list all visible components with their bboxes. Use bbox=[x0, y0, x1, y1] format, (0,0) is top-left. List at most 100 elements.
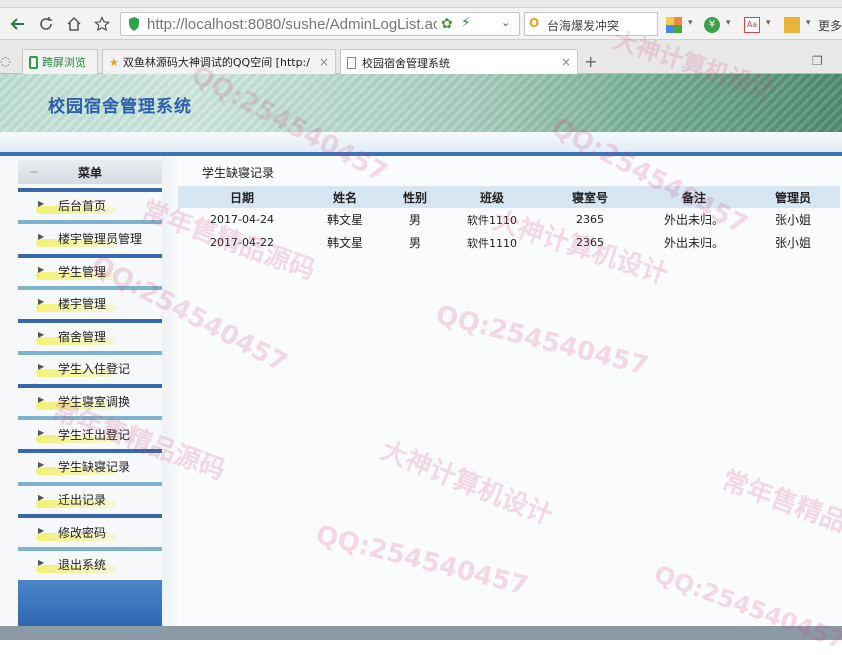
column-header: 班级 bbox=[446, 186, 538, 208]
tab-cross-screen[interactable]: 跨屏浏览 bbox=[22, 49, 98, 74]
payment-dropdown-icon[interactable]: ▾ bbox=[726, 18, 731, 28]
cell-room: 2365 bbox=[576, 213, 604, 226]
main-content: 学生缺寝记录 日期 姓名 性别 班级 寝室号 备注 管理员 2017-04-24… bbox=[178, 156, 842, 626]
restore-tabs-icon[interactable]: ❐ bbox=[812, 54, 823, 68]
apps-dropdown-icon[interactable]: ▾ bbox=[688, 18, 693, 28]
home-icon bbox=[67, 16, 81, 31]
game-icon[interactable] bbox=[784, 17, 800, 33]
sidebar-item-home[interactable]: ▶ 后台首页 bbox=[18, 194, 162, 216]
search-box[interactable]: O 台海爆发冲突 bbox=[524, 12, 658, 36]
arrow-right-icon: ▶ bbox=[38, 558, 45, 567]
sidebar-item-students[interactable]: ▶ 学生管理 bbox=[18, 260, 162, 282]
sidebar-footer bbox=[18, 580, 162, 626]
sidebar-item-checkin[interactable]: ▶ 学生入住登记 bbox=[18, 357, 162, 379]
sidebar-item-change-password[interactable]: ▶ 修改密码 bbox=[18, 521, 162, 543]
star-icon: ★ bbox=[109, 55, 119, 69]
cell-manager: 张小姐 bbox=[774, 236, 811, 250]
window-titlebar bbox=[0, 0, 842, 8]
sidebar: — 菜单 ▶ 后台首页 ▶ 楼宇管理员管理 ▶ 学生管理 ▶ 楼宇管理 ▶ 宿舍… bbox=[0, 156, 178, 626]
cell-room: 2365 bbox=[576, 236, 604, 249]
section-title: 学生缺寝记录 bbox=[202, 166, 275, 180]
compat-mode-icon[interactable]: ✿ bbox=[441, 16, 453, 32]
browser-toolbar: http://localhost:8080/sushe/AdminLogList… bbox=[0, 8, 842, 40]
cell-date: 2017-04-22 bbox=[210, 236, 274, 249]
arrow-right-icon: ▶ bbox=[38, 265, 45, 274]
cell-manager: 张小姐 bbox=[774, 213, 811, 227]
collapse-icon: — bbox=[30, 167, 38, 176]
phone-icon bbox=[29, 55, 38, 69]
tab-list-icon[interactable]: ◌ bbox=[0, 54, 10, 68]
cell-class: 软件1110 bbox=[467, 213, 517, 227]
table-header-row: 日期 姓名 性别 班级 寝室号 备注 管理员 bbox=[178, 186, 840, 208]
close-icon[interactable]: × bbox=[319, 55, 329, 69]
arrow-right-icon: ▶ bbox=[38, 526, 45, 535]
translate-icon[interactable]: Aa bbox=[744, 17, 760, 33]
cell-note: 外出未归。 bbox=[663, 236, 724, 250]
cell-date: 2017-04-24 bbox=[210, 213, 274, 226]
star-icon bbox=[94, 16, 110, 32]
status-bar bbox=[0, 626, 842, 640]
search-input[interactable]: 台海爆发冲突 bbox=[547, 17, 655, 34]
column-header: 性别 bbox=[384, 186, 446, 208]
lightning-icon[interactable]: ⚡ bbox=[461, 15, 471, 31]
tab-qq-space[interactable]: ★ 双鱼林源码大神调试的QQ空间 [http:/ × bbox=[102, 49, 336, 74]
arrow-right-icon: ▶ bbox=[38, 460, 45, 469]
header-divider bbox=[0, 132, 842, 152]
close-icon[interactable]: × bbox=[561, 55, 571, 69]
reload-button[interactable] bbox=[36, 14, 56, 34]
tab-dorm-system[interactable]: 校园宿舍管理系统 × bbox=[340, 49, 578, 75]
sidebar-item-room-swap[interactable]: ▶ 学生寝室调换 bbox=[18, 390, 162, 412]
arrow-right-icon: ▶ bbox=[38, 330, 45, 339]
menu-heading: — 菜单 bbox=[18, 160, 162, 184]
column-header: 日期 bbox=[178, 186, 306, 208]
column-header: 备注 bbox=[642, 186, 746, 208]
new-tab-button[interactable]: + bbox=[584, 52, 597, 71]
favorite-button[interactable] bbox=[92, 14, 112, 34]
arrow-right-icon: ▶ bbox=[38, 395, 45, 404]
cell-sex: 男 bbox=[408, 213, 421, 227]
back-button[interactable] bbox=[8, 14, 28, 34]
page-title: 校园宿舍管理系统 bbox=[48, 97, 192, 117]
tab-label: 校园宿舍管理系统 bbox=[362, 56, 450, 70]
column-header: 管理员 bbox=[746, 186, 840, 208]
sidebar-item-move-out-records[interactable]: ▶ 迁出记录 bbox=[18, 488, 162, 510]
sidebar-item-absence[interactable]: ▶ 学生缺寝记录 bbox=[18, 455, 162, 477]
home-button[interactable] bbox=[64, 14, 84, 34]
shield-icon bbox=[129, 17, 139, 31]
more-menu[interactable]: 更多 bbox=[818, 17, 842, 34]
cell-note: 外出未归。 bbox=[663, 213, 724, 227]
page-icon bbox=[347, 56, 356, 69]
tab-label: 跨屏浏览 bbox=[42, 56, 86, 69]
search-engine-icon: O bbox=[529, 16, 540, 30]
cell-name: 韩文星 bbox=[326, 213, 363, 227]
translate-dropdown-icon[interactable]: ▾ bbox=[766, 18, 771, 28]
payment-icon[interactable]: ¥ bbox=[704, 17, 720, 33]
sidebar-item-checkout[interactable]: ▶ 学生迁出登记 bbox=[18, 423, 162, 445]
table-row: 2017-04-24 韩文星 男 软件1110 2365 外出未归。 张小姐 bbox=[178, 208, 840, 231]
arrow-right-icon: ▶ bbox=[38, 232, 45, 241]
url-text: http://localhost:8080/sushe/AdminLogList… bbox=[147, 16, 437, 33]
sidebar-item-dorms[interactable]: ▶ 宿舍管理 bbox=[18, 325, 162, 347]
header-banner: 校园宿舍管理系统 bbox=[0, 74, 842, 132]
arrow-right-icon: ▶ bbox=[38, 297, 45, 306]
tab-label: 双鱼林源码大神调试的QQ空间 [http:/ bbox=[122, 56, 310, 69]
column-header: 姓名 bbox=[306, 186, 384, 208]
cell-class: 软件1110 bbox=[467, 236, 517, 250]
arrow-right-icon: ▶ bbox=[38, 493, 45, 502]
arrow-right-icon: ▶ bbox=[38, 362, 45, 371]
game-dropdown-icon[interactable]: ▾ bbox=[806, 18, 811, 28]
apps-icon[interactable] bbox=[666, 17, 682, 33]
tab-bar: ◌ 跨屏浏览 ★ 双鱼林源码大神调试的QQ空间 [http:/ × 校园宿舍管理… bbox=[0, 40, 842, 75]
column-header: 寝室号 bbox=[538, 186, 642, 208]
absence-table: 日期 姓名 性别 班级 寝室号 备注 管理员 2017-04-24 韩文星 男 … bbox=[178, 186, 840, 254]
arrow-right-icon: ▶ bbox=[38, 199, 45, 208]
sidebar-item-logout[interactable]: ▶ 退出系统 bbox=[18, 553, 162, 575]
sidebar-item-building-admin[interactable]: ▶ 楼宇管理员管理 bbox=[18, 227, 162, 249]
sidebar-item-buildings[interactable]: ▶ 楼宇管理 bbox=[18, 292, 162, 314]
arrow-right-icon: ▶ bbox=[38, 428, 45, 437]
reload-icon bbox=[40, 17, 52, 30]
cell-sex: 男 bbox=[408, 236, 421, 250]
table-row: 2017-04-22 韩文星 男 软件1110 2365 外出未归。 张小姐 bbox=[178, 231, 840, 254]
address-bar[interactable]: http://localhost:8080/sushe/AdminLogList… bbox=[120, 12, 520, 36]
url-dropdown-icon[interactable]: ⌄ bbox=[501, 16, 510, 29]
